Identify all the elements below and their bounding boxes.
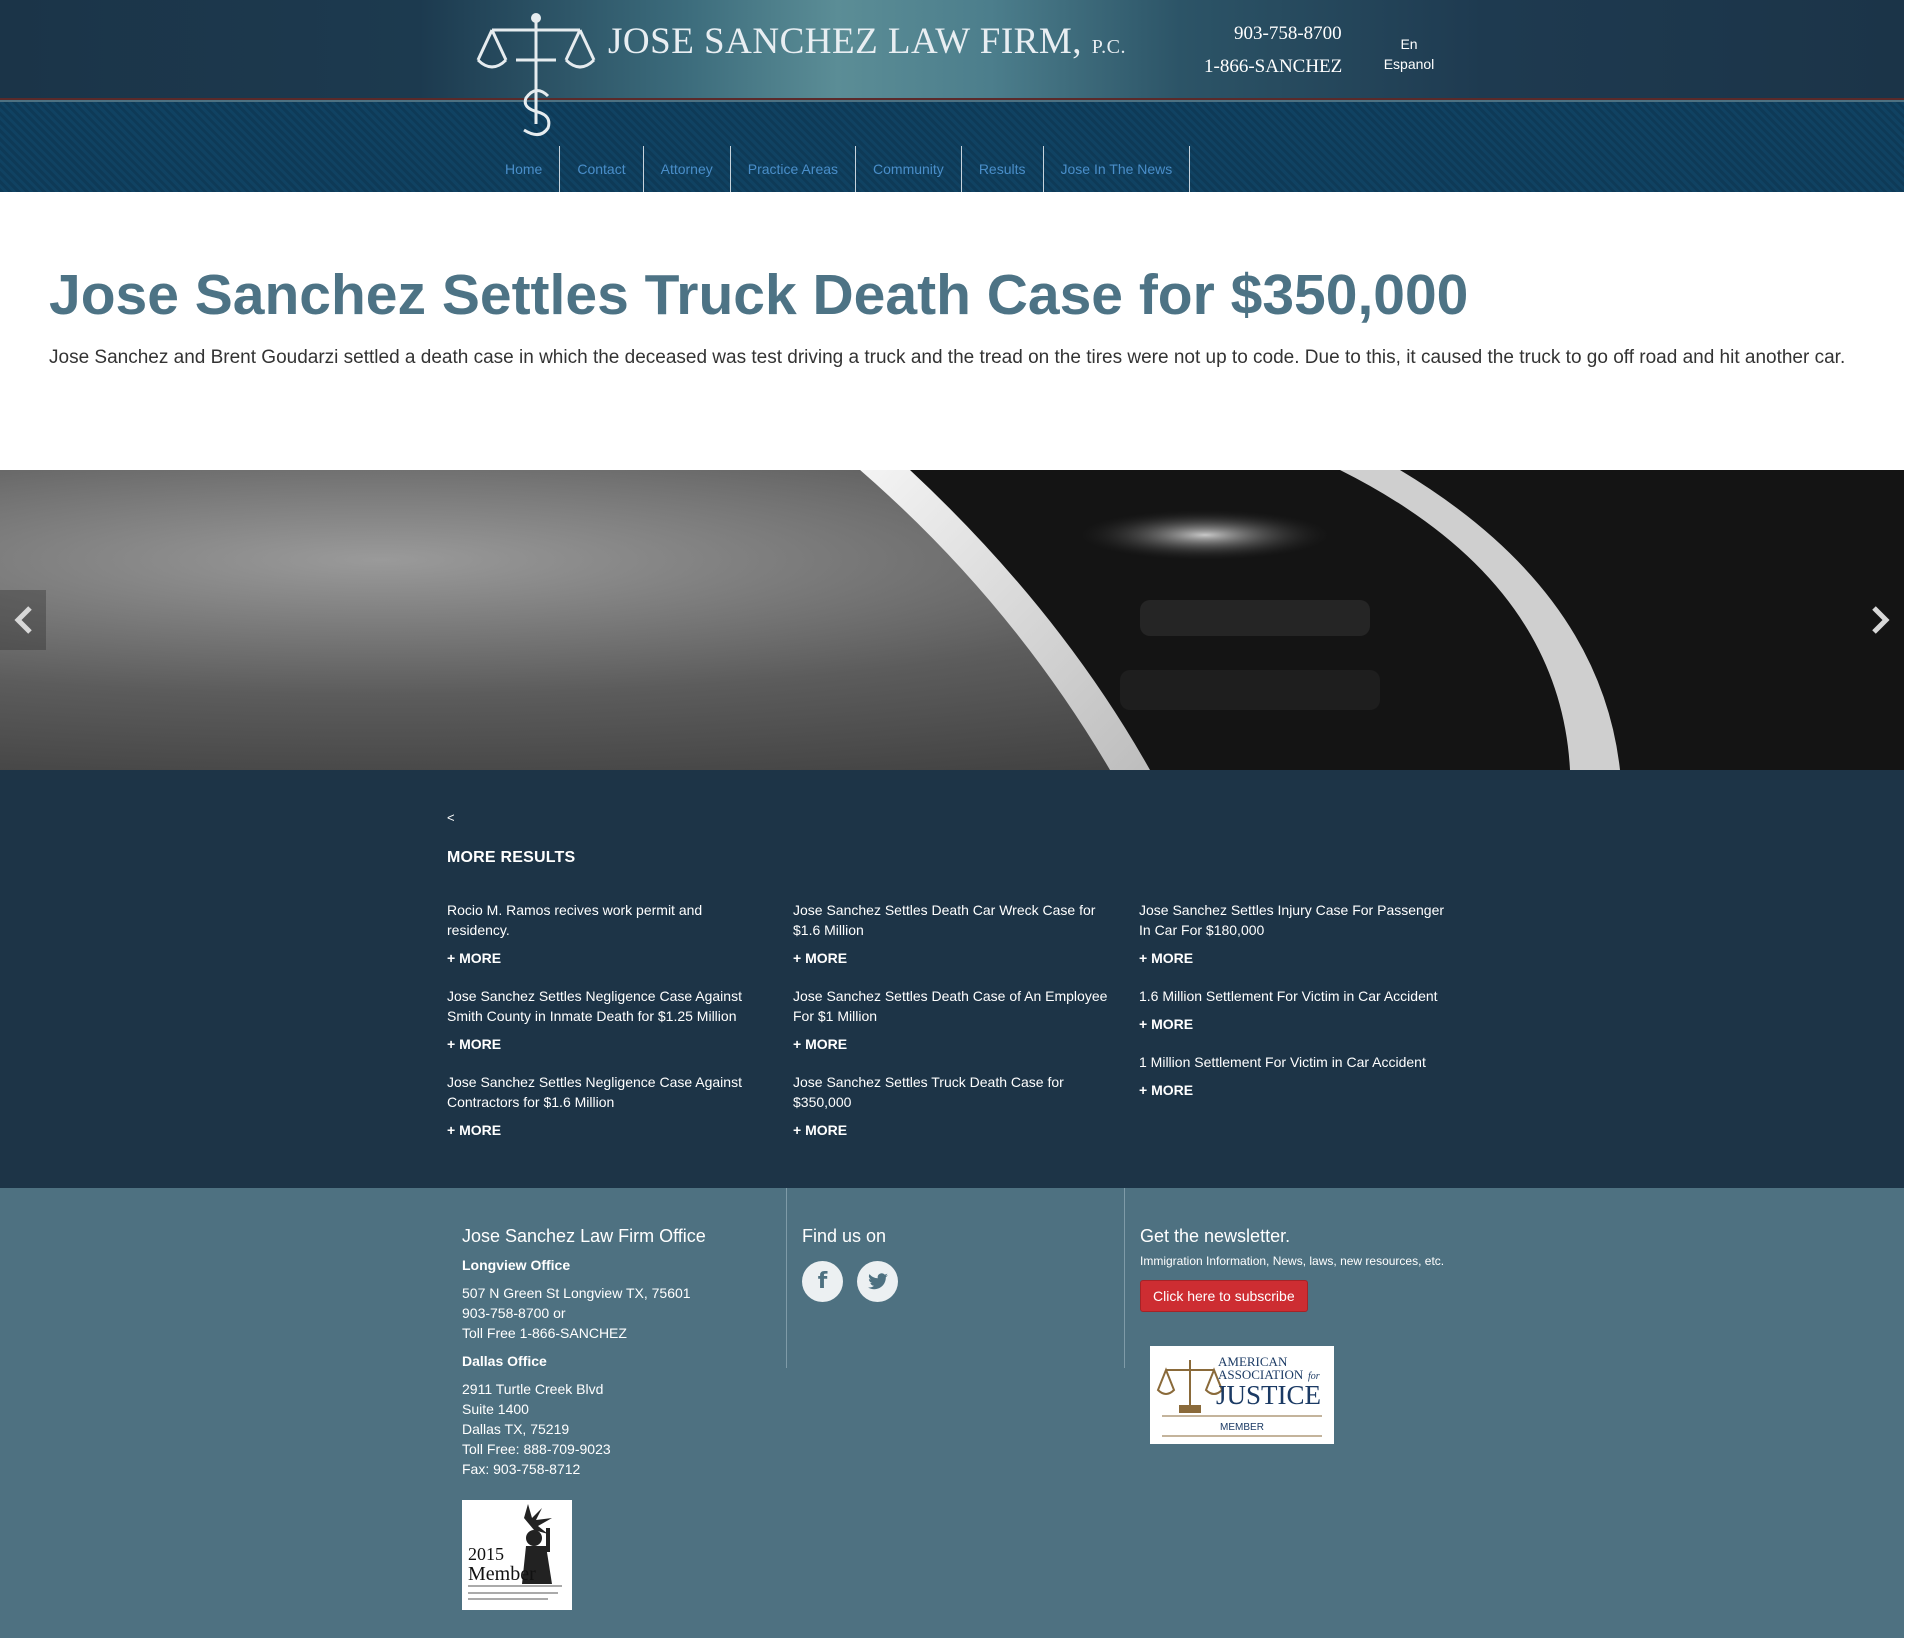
- main-nav: Home Contact Attorney Practice Areas Com…: [487, 146, 1191, 192]
- firm-suffix: P.C.: [1091, 36, 1127, 58]
- more-results-section: < MORE RESULTS Rocio M. Ramos recives wo…: [0, 770, 1904, 1188]
- nav-community[interactable]: Community: [856, 146, 962, 192]
- result-more-link[interactable]: + MORE: [447, 1122, 765, 1138]
- member-2015-badge[interactable]: 2015 Member: [462, 1500, 572, 1610]
- result-item: Jose Sanchez Settles Death Case of An Em…: [793, 986, 1111, 1052]
- dallas-street: 2911 Turtle Creek Blvd: [462, 1381, 604, 1397]
- dallas-tollfree: Toll Free: 888-709-9023: [462, 1441, 611, 1457]
- longview-office-title: Longview Office: [462, 1257, 571, 1273]
- result-title[interactable]: 1.6 Million Settlement For Victim in Car…: [1139, 986, 1457, 1006]
- lang-espanol[interactable]: Espanol: [1380, 54, 1438, 74]
- chevron-left-icon: [14, 606, 32, 634]
- longview-address: 507 N Green St Longview TX, 75601: [462, 1285, 691, 1301]
- footer: Jose Sanchez Law Firm Office Longview Of…: [0, 1188, 1904, 1638]
- slider-next-button[interactable]: [1858, 590, 1904, 650]
- newsletter-heading: Get the newsletter.: [1140, 1226, 1291, 1246]
- result-title[interactable]: 1 Million Settlement For Victim in Car A…: [1139, 1052, 1457, 1072]
- result-title[interactable]: Jose Sanchez Settles Death Case of An Em…: [793, 986, 1111, 1026]
- result-item: 1 Million Settlement For Victim in Car A…: [1139, 1052, 1457, 1098]
- result-item: 1.6 Million Settlement For Victim in Car…: [1139, 986, 1457, 1032]
- chevron-right-icon: [1872, 606, 1890, 634]
- result-item: Jose Sanchez Settles Death Car Wreck Cas…: [793, 900, 1111, 966]
- result-item: Jose Sanchez Settles Injury Case For Pas…: [1139, 900, 1457, 966]
- scales-icon: [1156, 1360, 1224, 1413]
- page-gutter: [1904, 0, 1920, 1638]
- result-title[interactable]: Jose Sanchez Settles Negligence Case Aga…: [447, 986, 765, 1026]
- member-word: Member: [468, 1563, 536, 1585]
- facebook-glyph: f: [817, 1269, 828, 1294]
- nav-attorney[interactable]: Attorney: [644, 146, 731, 192]
- member-year: 2015: [468, 1544, 504, 1564]
- result-title[interactable]: Jose Sanchez Settles Truck Death Case fo…: [793, 1072, 1111, 1112]
- social-links: f t: [802, 1261, 1102, 1302]
- twitter-bird-icon: [867, 1272, 888, 1289]
- dallas-suite: Suite 1400: [462, 1401, 529, 1417]
- result-item: Jose Sanchez Settles Negligence Case Aga…: [447, 1072, 765, 1138]
- result-more-link[interactable]: + MORE: [1139, 950, 1457, 966]
- nav-home[interactable]: Home: [487, 146, 561, 192]
- facebook-icon[interactable]: f: [802, 1261, 843, 1302]
- dallas-city: Dallas TX, 75219: [462, 1421, 570, 1437]
- back-link[interactable]: <: [447, 810, 455, 825]
- firm-name[interactable]: JOSE SANCHEZ LAW FIRM, P.C.: [608, 20, 1126, 63]
- nav-contact[interactable]: Contact: [560, 146, 644, 192]
- dallas-fax: Fax: 903-758-8712: [462, 1461, 581, 1477]
- phone-local[interactable]: 903-758-8700: [1234, 23, 1342, 45]
- page-title: Jose Sanchez Settles Truck Death Case fo…: [49, 263, 1469, 327]
- footer-newsletter: Get the newsletter. Immigration Informat…: [1140, 1226, 1460, 1312]
- nav-jose-in-the-news[interactable]: Jose In The News: [1044, 146, 1191, 192]
- aaj-line3: JUSTICE: [1216, 1380, 1321, 1410]
- result-title[interactable]: Jose Sanchez Settles Death Car Wreck Cas…: [793, 900, 1111, 940]
- result-more-link[interactable]: + MORE: [447, 950, 765, 966]
- hero-image: [0, 470, 1904, 770]
- lang-english[interactable]: En: [1380, 34, 1438, 54]
- slider-prev-button[interactable]: [0, 590, 46, 650]
- result-item: Rocio M. Ramos recives work permit and r…: [447, 900, 765, 966]
- nav-results[interactable]: Results: [962, 146, 1044, 192]
- article-section: Jose Sanchez Settles Truck Death Case fo…: [0, 192, 1904, 470]
- footer-divider: [786, 1188, 787, 1368]
- office-heading: Jose Sanchez Law Firm Office: [462, 1226, 706, 1246]
- results-column-2: Jose Sanchez Settles Death Car Wreck Cas…: [793, 900, 1111, 1158]
- result-more-link[interactable]: + MORE: [793, 1036, 1111, 1052]
- footer-office: Jose Sanchez Law Firm Office Longview Of…: [462, 1226, 762, 1479]
- aaj-member: MEMBER: [1220, 1422, 1264, 1433]
- language-switcher: En Espanol: [1380, 34, 1438, 74]
- result-item: Jose Sanchez Settles Truck Death Case fo…: [793, 1072, 1111, 1138]
- result-more-link[interactable]: + MORE: [1139, 1082, 1457, 1098]
- hero-slider: [0, 470, 1904, 770]
- longview-tollfree: Toll Free 1-866-SANCHEZ: [462, 1325, 627, 1341]
- newsletter-text: Immigration Information, News, laws, new…: [1140, 1254, 1445, 1268]
- result-more-link[interactable]: + MORE: [1139, 1016, 1457, 1032]
- result-title[interactable]: Jose Sanchez Settles Injury Case For Pas…: [1139, 900, 1457, 940]
- dallas-office-title: Dallas Office: [462, 1353, 547, 1369]
- scales-logo-icon[interactable]: [476, 12, 596, 142]
- result-title[interactable]: Jose Sanchez Settles Negligence Case Aga…: [447, 1072, 765, 1112]
- twitter-icon[interactable]: t: [857, 1261, 898, 1302]
- results-column-1: Rocio M. Ramos recives work permit and r…: [447, 900, 765, 1158]
- phone-tollfree[interactable]: 1-866-SANCHEZ: [1204, 56, 1342, 78]
- subscribe-button[interactable]: Click here to subscribe: [1140, 1280, 1308, 1312]
- result-more-link[interactable]: + MORE: [793, 1122, 1111, 1138]
- aaj-member-badge[interactable]: AMERICAN ASSOCIATION for JUSTICE MEMBER: [1150, 1346, 1334, 1444]
- result-more-link[interactable]: + MORE: [447, 1036, 765, 1052]
- nav-practice-areas[interactable]: Practice Areas: [731, 146, 857, 192]
- result-more-link[interactable]: + MORE: [793, 950, 1111, 966]
- longview-phone: 903-758-8700 or: [462, 1305, 566, 1321]
- footer-social: Find us on f t: [802, 1226, 1102, 1302]
- article-description: Jose Sanchez and Brent Goudarzi settled …: [49, 347, 1846, 368]
- more-results-heading: MORE RESULTS: [447, 849, 576, 866]
- social-heading: Find us on: [802, 1226, 887, 1246]
- result-item: Jose Sanchez Settles Negligence Case Aga…: [447, 986, 765, 1052]
- result-title[interactable]: Rocio M. Ramos recives work permit and r…: [447, 900, 765, 940]
- results-column-3: Jose Sanchez Settles Injury Case For Pas…: [1139, 900, 1457, 1118]
- footer-divider: [1124, 1188, 1125, 1368]
